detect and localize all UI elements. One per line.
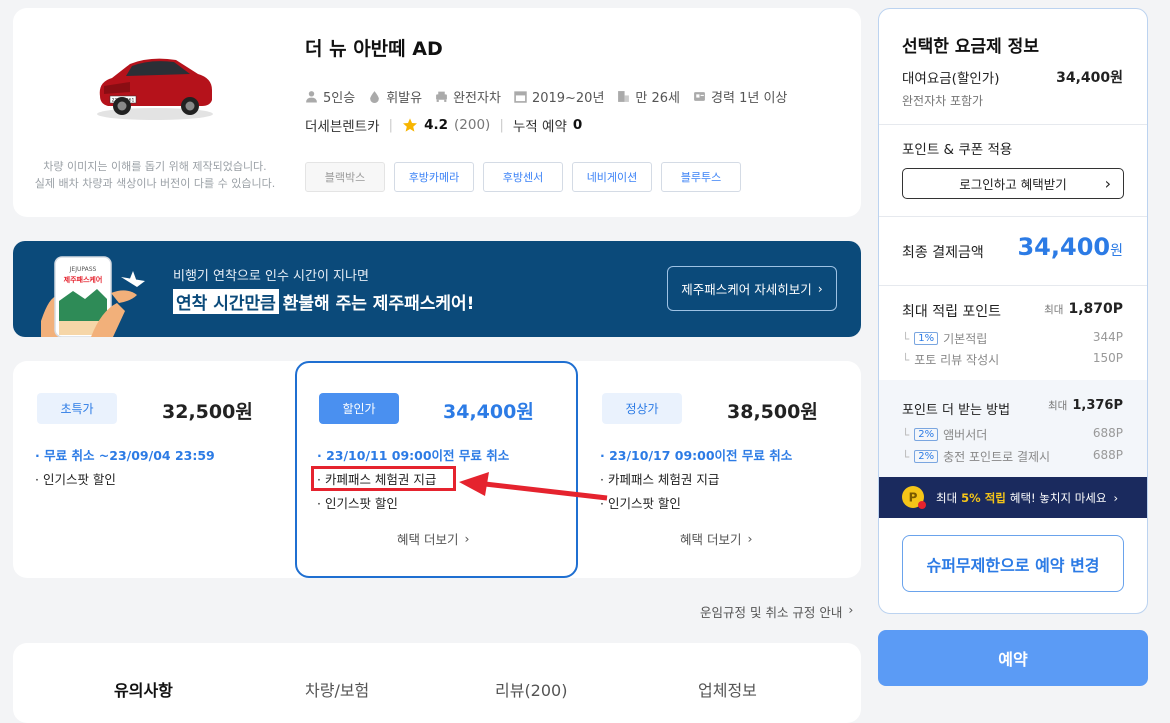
annotation-arrow xyxy=(459,472,608,501)
divider xyxy=(879,216,1147,217)
divider xyxy=(879,285,1147,286)
max-points-value: 1,870P xyxy=(1068,301,1123,317)
spec-seats: 5인승 xyxy=(305,87,355,106)
final-amount-value: 34,400 xyxy=(1017,233,1111,261)
point-coin-icon: P xyxy=(902,485,926,509)
divider xyxy=(879,124,1147,125)
plan-line: · 인기스팟 할인 xyxy=(317,496,398,511)
more-points-title: 포인트 더 받는 방법 xyxy=(902,403,1011,418)
spec-fuel: 휘발유 xyxy=(368,87,422,106)
chevron-right-icon: › xyxy=(1104,174,1111,193)
annotation-highlight-box xyxy=(311,466,456,491)
plan-label-super-special: 초특가 xyxy=(37,393,117,424)
plan-label-discount: 할인가 xyxy=(319,393,399,424)
tab-reviews[interactable]: 리뷰(200) xyxy=(495,677,567,701)
banner-headline-rest: 환불해 주는 제주패스케어! xyxy=(282,294,475,314)
plan-label-regular: 정상가 xyxy=(602,393,682,424)
tag-blackbox: 블랙박스 xyxy=(305,162,385,192)
car-title: 더 뉴 아반떼 AD xyxy=(305,38,443,60)
option-tags: 블랙박스 후방카메라 후방센서 네비게이션 블루투스 xyxy=(305,162,741,192)
tab-notice[interactable]: 유의사항 xyxy=(114,677,173,701)
divider: | xyxy=(499,117,504,133)
chevron-right-icon: › xyxy=(464,531,470,546)
company-name[interactable]: 더세븐렌트카 xyxy=(305,115,380,135)
reservations-label: 누적 예약 xyxy=(512,119,567,135)
plan-line: · 인기스팟 할인 xyxy=(35,472,116,487)
banner-subtitle: 비행기 연착으로 인수 시간이 지나면 xyxy=(173,269,369,284)
points-promo-banner[interactable]: P 최대 5% 적립 혜택! 놓치지 마세요 › xyxy=(879,477,1147,518)
max-points: 최대 1,870P xyxy=(1044,301,1123,317)
final-amount-label: 최종 결제금액 xyxy=(902,245,984,261)
spec-experience: 경력 1년 이상 xyxy=(693,87,787,106)
final-amount-unit: 원 xyxy=(1110,243,1123,259)
car-front-icon xyxy=(436,91,448,102)
car-image: 22호 2061 xyxy=(97,58,213,120)
points-row-basic: └ 1% 기본적립 xyxy=(902,331,988,347)
image-disclaimer: 차량 이미지는 이해를 돕기 위해 제작되었습니다. 실제 배차 차량과 색상이… xyxy=(34,160,276,190)
reserve-button[interactable]: 예약 xyxy=(878,630,1148,686)
rental-fee-note: 완전자차 포함가 xyxy=(902,94,984,108)
spec-insurance: 완전자차 xyxy=(435,87,501,106)
reservations-count: 0 xyxy=(572,117,583,133)
chevron-right-icon: › xyxy=(848,602,854,617)
phone-title: 제주패스케어 xyxy=(64,275,103,284)
benefits-more-button[interactable]: 혜택 더보기 › xyxy=(397,529,469,548)
age-icon xyxy=(618,91,630,102)
points-row-ambassador: └ 2% 앰버서더 xyxy=(902,427,988,443)
plan-price-regular: 38,500원 xyxy=(727,401,818,423)
points-row-charge: └ 2% 충전 포인트로 결제시 xyxy=(902,449,1051,465)
calendar-icon xyxy=(514,91,527,103)
chevron-right-icon: › xyxy=(1113,490,1119,505)
rental-fee-label: 대여요금(할인가) xyxy=(902,71,1000,87)
plan-price-discount: 34,400원 xyxy=(443,401,534,423)
rating-value: 4.2 xyxy=(424,117,449,133)
login-benefit-button[interactable]: 로그인하고 혜택받기 › xyxy=(902,168,1124,199)
phone-hand-illustration: JEJUPASS 제주패스케어 xyxy=(41,256,145,337)
tag-rear-sensor: 후방센서 xyxy=(483,162,563,192)
banner-highlight: 연착 시간만큼 xyxy=(173,289,279,314)
spec-age: 만 26세 xyxy=(617,87,680,106)
plan-price-super-special: 32,500원 xyxy=(162,401,253,423)
sidebar-title: 선택한 요금제 정보 xyxy=(902,37,1039,57)
chevron-right-icon: › xyxy=(747,531,753,546)
license-card-icon xyxy=(694,92,705,101)
star-icon xyxy=(403,118,418,132)
final-amount: 34,400 원 xyxy=(1017,233,1123,261)
points-row-photo-review: └ 포토 리뷰 작성시 xyxy=(902,352,1000,368)
person-icon xyxy=(306,91,317,103)
divider: | xyxy=(388,117,394,133)
max-points-title: 최대 적립 포인트 xyxy=(902,304,1002,320)
fare-cancel-policy-link[interactable]: 운임규정 및 취소 규정 안내 › xyxy=(700,602,853,621)
benefits-more-button[interactable]: 혜택 더보기 › xyxy=(680,529,752,548)
svg-text:P: P xyxy=(909,490,918,504)
banner-headline: 연착 시간만큼 환불해 주는 제주패스케어! xyxy=(173,289,474,314)
more-points-max: 최대 1,376P xyxy=(1048,398,1123,413)
company-row: 더세븐렌트카 | 4.2 (200) | 누적 예약 0 xyxy=(305,115,582,135)
rental-fee-value: 34,400원 xyxy=(1056,70,1123,86)
tag-rear-camera: 후방카메라 xyxy=(394,162,474,192)
tab-vehicle-insurance[interactable]: 차량/보험 xyxy=(305,677,369,701)
review-count: (200) xyxy=(454,117,491,133)
phone-brand: JEJUPASS xyxy=(69,266,97,273)
coupon-title: 포인트 & 쿠폰 적용 xyxy=(902,142,1013,158)
tag-bluetooth: 블루투스 xyxy=(661,162,741,192)
car-specs: 5인승 휘발유 완전자차 2019~20년 만 26세 경력 1년 이상 xyxy=(305,87,787,106)
plan-line: · 무료 취소 ~23/09/04 23:59 xyxy=(35,448,215,463)
chevron-right-icon: › xyxy=(817,281,823,296)
plan-line: · 카페패스 체험권 지급 xyxy=(600,472,720,487)
plan-line: · 23/10/17 09:00이전 무료 취소 xyxy=(600,448,793,463)
tag-navigation: 네비게이션 xyxy=(572,162,652,192)
fuel-drop-icon xyxy=(370,91,380,103)
tab-company-info[interactable]: 업체정보 xyxy=(698,677,757,701)
jejupass-care-banner[interactable]: JEJUPASS 제주패스케어 비행기 연착으로 인수 시간이 지나면 연착 시… xyxy=(13,241,861,337)
spec-year: 2019~20년 xyxy=(514,87,604,106)
plan-line: · 23/10/11 09:00이전 무료 취소 xyxy=(317,448,510,463)
jejupass-care-details-button[interactable]: 제주패스케어 자세히보기 › xyxy=(667,266,837,311)
super-unlimited-change-button[interactable]: 슈퍼무제한으로 예약 변경 xyxy=(902,535,1124,592)
selected-plan-sidebar: 선택한 요금제 정보 대여요금(할인가) 34,400원 완전자차 포함가 포인… xyxy=(878,8,1148,614)
